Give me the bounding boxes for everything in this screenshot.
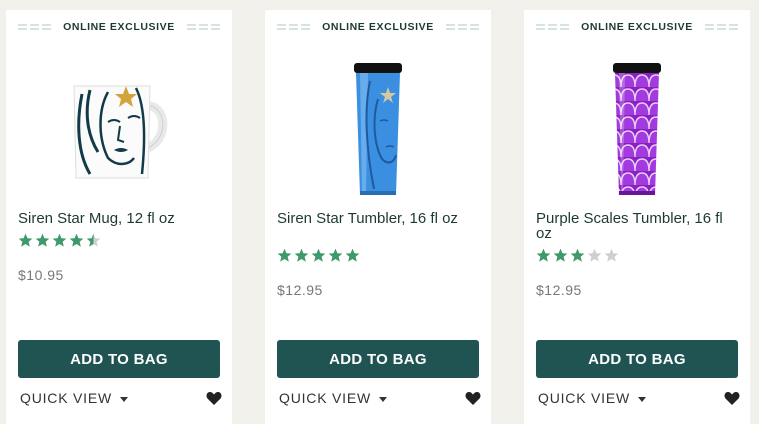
decorative-dashes [186,24,220,30]
add-to-bag-button[interactable]: ADD TO BAG [18,340,220,378]
caret-down-icon [638,396,647,402]
tumbler-image [354,63,402,195]
star-rating [18,233,101,249]
quick-view-label: QUICK VIEW [538,390,631,406]
product-name[interactable]: Siren Star Mug, 12 fl oz [18,211,223,226]
decorative-dashes [18,24,52,30]
star-icon [52,233,67,248]
product-price: $12.95 [277,282,323,298]
star-icon [35,233,50,248]
heart-icon[interactable] [206,391,222,406]
star-rating [536,248,619,264]
quick-view-label: QUICK VIEW [279,390,372,406]
mug-image [73,85,168,179]
decorative-dashes [445,24,479,30]
star-icon [277,248,292,263]
online-exclusive-badge: ONLINE EXCLUSIVE [63,21,175,33]
star-icon [536,248,551,263]
product-card: ONLINE EXCLUSIVE Siren Star Tumbler, 16 … [265,10,491,424]
star-icon [604,248,619,263]
heart-icon[interactable] [724,391,740,406]
product-price: $10.95 [18,267,64,283]
star-icon [570,248,585,263]
star-icon [294,248,309,263]
product-card: ONLINE EXCLUSIVE Purple Scales Tumbler, … [524,10,750,424]
product-image[interactable] [544,54,730,204]
decorative-dashes [277,24,311,30]
product-name[interactable]: Purple Scales Tumbler, 16 fl oz [536,211,741,241]
online-exclusive-badge: ONLINE EXCLUSIVE [581,21,693,33]
star-icon [345,248,360,263]
heart-icon[interactable] [465,391,481,406]
add-to-bag-button[interactable]: ADD TO BAG [277,340,479,378]
quick-view-toggle[interactable]: QUICK VIEW [20,390,129,406]
product-image[interactable] [285,54,471,204]
caret-down-icon [379,396,388,402]
decorative-dashes [536,24,570,30]
star-icon [311,248,326,263]
quick-view-toggle[interactable]: QUICK VIEW [538,390,647,406]
star-icon [18,233,33,248]
product-image[interactable] [26,54,212,204]
star-icon [587,248,602,263]
star-icon [69,233,84,248]
star-icon [86,233,101,248]
decorative-dashes [704,24,738,30]
quick-view-label: QUICK VIEW [20,390,113,406]
badge-row: ONLINE EXCLUSIVE [265,20,491,34]
star-rating [277,248,360,264]
star-icon [553,248,568,263]
product-name[interactable]: Siren Star Tumbler, 16 fl oz [277,211,482,226]
add-to-bag-button[interactable]: ADD TO BAG [536,340,738,378]
star-icon [328,248,343,263]
product-price: $12.95 [536,282,582,298]
quick-view-toggle[interactable]: QUICK VIEW [279,390,388,406]
product-card: ONLINE EXCLUSIVE Siren Star Mug, 12 fl o… [6,10,232,424]
tumbler-image [613,63,661,195]
caret-down-icon [120,396,129,402]
online-exclusive-badge: ONLINE EXCLUSIVE [322,21,434,33]
badge-row: ONLINE EXCLUSIVE [524,20,750,34]
badge-row: ONLINE EXCLUSIVE [6,20,232,34]
